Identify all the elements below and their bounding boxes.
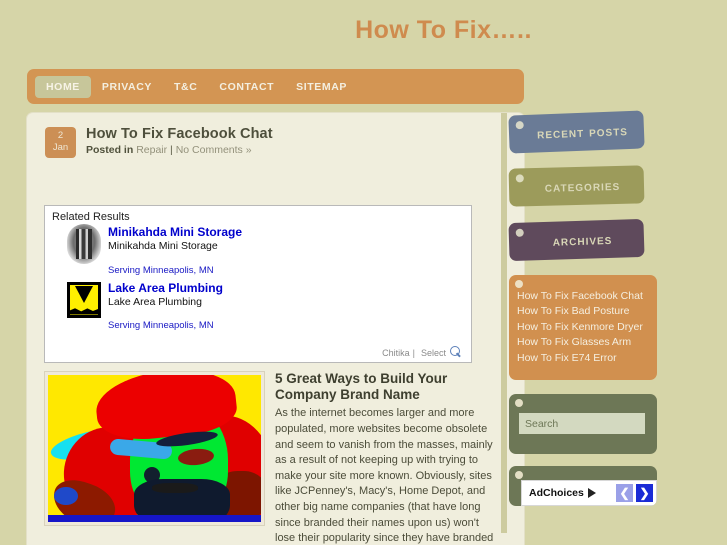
recent-post-link[interactable]: How To Fix Glasses Arm (517, 335, 649, 349)
related-results-heading: Related Results (52, 211, 130, 223)
post-title[interactable]: How To Fix Facebook Chat (86, 126, 273, 142)
page-title: How To Fix….. (355, 16, 532, 44)
pin-icon (515, 121, 524, 130)
related-ad-text: Minikahda Mini Storage Minikahda Mini St… (108, 224, 242, 276)
chitika-select-link[interactable]: Select (421, 348, 446, 358)
sidebar-widget-categories[interactable]: Categories (508, 165, 645, 207)
plumbing-logo-icon (67, 281, 101, 318)
post-date-badge: 2 Jan (45, 127, 76, 158)
post-meta: Posted in Repair | No Comments » (86, 144, 273, 156)
pin-icon (515, 399, 523, 408)
nav-link-tc[interactable]: T&C (163, 76, 208, 98)
article-block: 5 Great Ways to Build Your Company Brand… (44, 371, 496, 545)
related-ad-description: Lake Area Plumbing (108, 295, 202, 308)
post-comments-link[interactable]: No Comments » (176, 144, 252, 156)
nav-item-tc[interactable]: T&C (163, 76, 208, 98)
list-item[interactable]: How To Fix E74 Error (517, 351, 649, 365)
sidebar: Recent posts Categories Archives How To … (501, 110, 709, 533)
nav-link-privacy[interactable]: PRIVACY (91, 76, 163, 98)
chitika-attribution: Chitika | Select (382, 346, 465, 359)
related-ad-description: Minikahda Mini Storage (108, 240, 218, 253)
article-image (44, 371, 265, 526)
related-ad-title[interactable]: Minikahda Mini Storage (108, 225, 242, 239)
search-input[interactable] (519, 413, 645, 435)
nav-link-sitemap[interactable]: SITEMAP (285, 76, 358, 98)
recent-posts-list: How To Fix Facebook Chat How To Fix Bad … (517, 289, 649, 365)
content-wrapper: 2 Jan How To Fix Facebook Chat Posted in… (27, 113, 524, 545)
chitika-brand[interactable]: Chitika (382, 348, 410, 358)
chitika-separator: | (412, 347, 415, 358)
post-category-link[interactable]: Repair (136, 144, 167, 156)
nav-link-contact[interactable]: CONTACT (208, 76, 285, 98)
list-item[interactable]: How To Fix Bad Posture (517, 304, 649, 318)
list-item[interactable]: How To Fix Glasses Arm (517, 335, 649, 349)
list-item[interactable]: How To Fix Kenmore Dryer (517, 320, 649, 334)
sidebar-widget-label: Archives (552, 230, 613, 249)
post-date-month: Jan (52, 141, 69, 153)
related-ad-text: Lake Area Plumbing Lake Area Plumbing Se… (108, 280, 223, 332)
adchoices-bar: AdChoices ❮ ❯ (521, 480, 657, 507)
image-shape (48, 515, 261, 522)
recent-post-link[interactable]: How To Fix Kenmore Dryer (517, 320, 649, 334)
pin-icon (515, 280, 523, 288)
nav-item-privacy[interactable]: PRIVACY (91, 76, 163, 98)
sidebar-widget-recent-posts[interactable]: Recent posts (508, 110, 645, 154)
ad-prev-button[interactable]: ❮ (616, 484, 633, 503)
sidebar-widget-archives[interactable]: Archives (508, 218, 645, 262)
recent-post-link[interactable]: How To Fix E74 Error (517, 351, 649, 365)
related-results-ad-unit: Related Results Minikahda Mini Storage M… (44, 205, 472, 363)
recent-post-link[interactable]: How To Fix Bad Posture (517, 304, 649, 318)
nav-item-sitemap[interactable]: SITEMAP (285, 76, 358, 98)
ad-nav-buttons: ❮ ❯ (616, 484, 653, 503)
sidebar-widget-label: Recent posts (536, 122, 629, 142)
post-meta-label: Posted in (86, 144, 134, 156)
adchoices-text: AdChoices (529, 487, 584, 500)
advertisement-widget: AdChoices ❮ ❯ (509, 466, 657, 507)
recent-post-link[interactable]: How To Fix Facebook Chat (517, 289, 649, 303)
image-shape (152, 483, 198, 493)
nav-link-home[interactable]: HOME (35, 75, 91, 98)
pin-icon (515, 471, 523, 480)
article-text: 5 Great Ways to Build Your Company Brand… (275, 371, 496, 545)
pin-icon (515, 174, 524, 183)
nav-item-contact[interactable]: CONTACT (208, 76, 285, 98)
search-widget (509, 394, 657, 455)
pin-icon (515, 228, 524, 237)
site-header: How To Fix….. (0, 0, 727, 62)
related-ad-title[interactable]: Lake Area Plumbing (108, 281, 223, 295)
article-title: 5 Great Ways to Build Your Company Brand… (275, 371, 448, 403)
post-date-day: 2 (57, 130, 64, 141)
related-ad-serving-area[interactable]: Serving Minneapolis, MN (108, 265, 242, 276)
ad-next-button[interactable]: ❯ (636, 484, 653, 503)
image-shape (54, 487, 78, 505)
sidebar-rail-divider (501, 113, 507, 533)
post-title-block: How To Fix Facebook Chat Posted in Repai… (86, 125, 273, 156)
list-item[interactable]: How To Fix Facebook Chat (517, 289, 649, 303)
related-ad-item[interactable]: Minikahda Mini Storage Minikahda Mini St… (45, 223, 471, 276)
article-image-canvas (48, 375, 261, 522)
post-header: 2 Jan How To Fix Facebook Chat Posted in… (27, 113, 524, 158)
article-body: As the internet becomes larger and more … (275, 407, 494, 545)
nav-item-home[interactable]: HOME (35, 75, 91, 98)
search-icon[interactable] (449, 346, 462, 359)
post-meta-separator: | (170, 144, 173, 156)
related-ad-item[interactable]: Lake Area Plumbing Lake Area Plumbing Se… (45, 279, 471, 332)
related-ad-serving-area[interactable]: Serving Minneapolis, MN (108, 320, 223, 331)
nav-list: HOME PRIVACY T&C CONTACT SITEMAP (27, 69, 524, 104)
main-navigation: HOME PRIVACY T&C CONTACT SITEMAP (27, 69, 524, 104)
adchoices-triangle-icon (587, 488, 596, 499)
adchoices-label[interactable]: AdChoices (529, 487, 596, 499)
sidebar-widget-label: Categories (544, 176, 621, 195)
storage-unit-icon (67, 224, 101, 264)
recent-posts-panel: How To Fix Facebook Chat How To Fix Bad … (509, 275, 657, 381)
